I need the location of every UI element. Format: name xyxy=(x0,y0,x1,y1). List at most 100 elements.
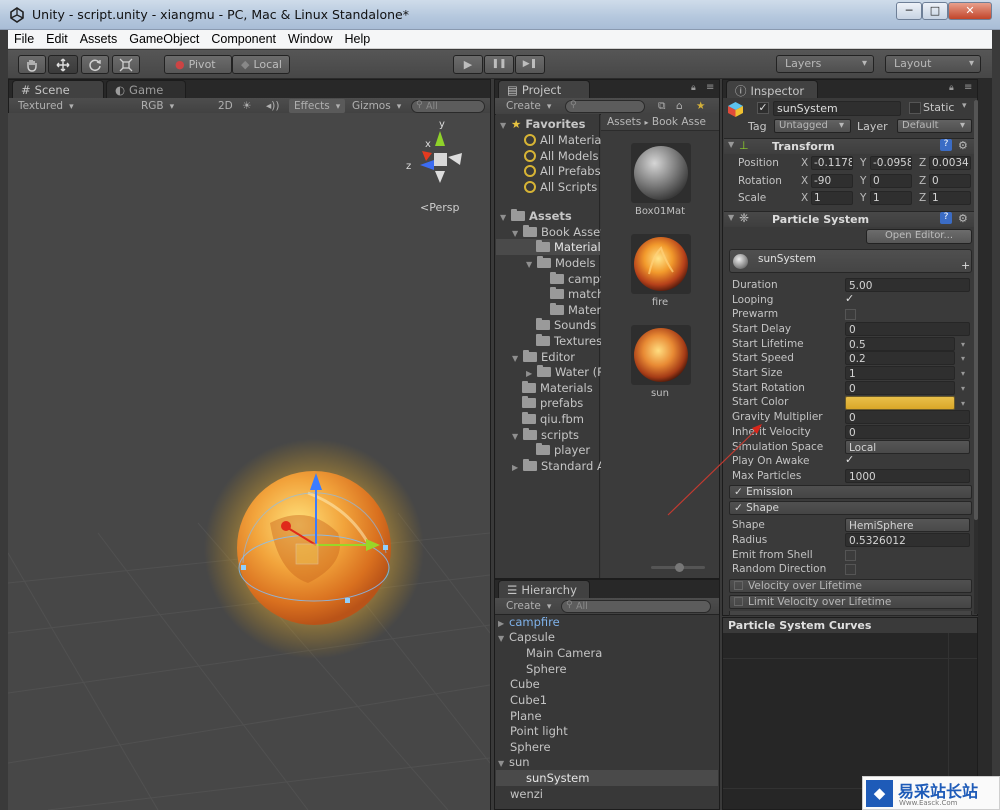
static-dropdown-icon[interactable]: ▾ xyxy=(962,101,967,111)
tab-hierarchy[interactable]: ☰ Hierarchy xyxy=(498,580,590,598)
favorite-item[interactable]: All Material xyxy=(524,132,605,148)
panel-menu-icon[interactable]: ≡ xyxy=(964,82,972,93)
folder-item-selected[interactable]: Materials xyxy=(496,239,607,255)
folder-item[interactable]: campf xyxy=(550,271,604,287)
filter-label-icon[interactable]: ⌂ xyxy=(671,99,688,113)
tab-inspector[interactable]: ⓘ Inspector xyxy=(726,80,818,98)
scale-x-field[interactable]: 1 xyxy=(811,191,853,205)
emission-module-header[interactable]: ✓ Emission xyxy=(729,485,972,499)
emit-from-shell-checkbox[interactable] xyxy=(845,550,856,561)
prewarm-checkbox[interactable] xyxy=(845,309,856,320)
scale-tool-button[interactable] xyxy=(112,55,140,74)
maximize-button[interactable]: □ xyxy=(922,2,948,20)
velocity-module-header[interactable]: Velocity over Lifetime xyxy=(729,579,972,593)
shading-mode-dropdown[interactable]: Textured xyxy=(13,99,113,113)
hierarchy-create-dropdown[interactable]: Create xyxy=(501,599,556,613)
menu-assets[interactable]: Assets xyxy=(74,30,124,48)
hierarchy-item-selected[interactable]: sunSystem xyxy=(496,770,718,786)
hierarchy-item[interactable]: ▼ Capsule xyxy=(498,629,555,645)
folder-item[interactable]: ▼ Models xyxy=(526,255,596,271)
duration-field[interactable]: 5.00 xyxy=(845,278,970,292)
hierarchy-item[interactable]: ▶ campfire xyxy=(498,614,560,630)
position-x-field[interactable]: -0.1178 xyxy=(811,156,853,170)
asset-thumb-fire[interactable] xyxy=(631,234,691,294)
breadcrumb-assets[interactable]: Assets xyxy=(607,116,641,128)
scene-search-input[interactable]: All xyxy=(411,100,485,113)
gizmos-dropdown[interactable]: Gizmos xyxy=(347,99,406,113)
gear-icon[interactable]: ⚙ xyxy=(958,139,968,152)
position-z-field[interactable]: 0.0034 xyxy=(929,156,971,170)
active-checkbox[interactable]: ✓ xyxy=(757,102,769,114)
play-button[interactable]: ▶ xyxy=(453,55,483,74)
pivot-toggle[interactable]: ● Pivot xyxy=(164,55,232,74)
hierarchy-item[interactable]: Cube1 xyxy=(510,692,547,708)
limit-velocity-module-header[interactable]: Limit Velocity over Lifetime xyxy=(729,595,972,609)
hierarchy-search-input[interactable]: All xyxy=(561,600,711,613)
color-mode-dropdown[interactable]: RGB xyxy=(136,99,204,113)
asset-thumb-box01mat[interactable] xyxy=(631,143,691,203)
help-icon[interactable]: ? xyxy=(940,139,952,151)
start-rotation-field[interactable]: 0 xyxy=(845,381,965,396)
hierarchy-item[interactable]: Point light xyxy=(510,723,568,739)
folder-item[interactable]: qiu.fbm xyxy=(522,411,584,427)
object-name-field[interactable]: sunSystem xyxy=(773,101,901,116)
shape-module-header[interactable]: ✓ Shape xyxy=(729,501,972,515)
step-button[interactable]: ▶❚ xyxy=(515,55,545,74)
menu-file[interactable]: File xyxy=(8,30,40,48)
looping-checkbox[interactable]: ✓ xyxy=(845,293,856,305)
move-handle-x[interactable] xyxy=(281,521,291,531)
tab-scene[interactable]: # Scene xyxy=(12,80,104,98)
random-direction-checkbox[interactable] xyxy=(845,564,856,575)
filter-type-icon[interactable]: ⧉ xyxy=(653,99,671,113)
hierarchy-item[interactable]: Sphere xyxy=(510,739,551,755)
breadcrumb-book-assets[interactable]: Book Asse xyxy=(652,116,706,128)
move-tool-button[interactable] xyxy=(48,55,78,74)
rotation-y-field[interactable]: 0 xyxy=(870,174,912,188)
assets-header[interactable]: ▼ Assets xyxy=(500,208,572,224)
effects-dropdown[interactable]: Effects xyxy=(289,99,346,113)
tag-dropdown[interactable]: Untagged xyxy=(774,119,851,133)
hierarchy-item[interactable]: ▼ sun xyxy=(498,754,530,770)
start-delay-field[interactable]: 0 xyxy=(845,322,970,336)
hierarchy-item[interactable]: Sphere xyxy=(526,661,567,677)
play-on-awake-checkbox[interactable]: ✓ xyxy=(845,454,856,466)
folder-item[interactable]: ▼ Editor xyxy=(512,349,575,365)
scale-z-field[interactable]: 1 xyxy=(929,191,971,205)
start-lifetime-field[interactable]: 0.5 xyxy=(845,337,965,352)
scene-viewport[interactable]: y x z <Persp xyxy=(8,113,490,810)
transform-header[interactable]: ▼ ⊥ Transform ? ⚙ xyxy=(724,138,976,154)
folder-item[interactable]: Sounds xyxy=(536,317,596,333)
pause-button[interactable]: ❚❚ xyxy=(484,55,514,74)
lock-icon[interactable]: 🔒︎ xyxy=(691,83,696,93)
gear-icon[interactable]: ⚙ xyxy=(958,212,968,225)
menu-window[interactable]: Window xyxy=(282,30,338,48)
tab-game[interactable]: ◐ Game xyxy=(106,80,186,98)
rotation-x-field[interactable]: -90 xyxy=(811,174,853,188)
start-size-field[interactable]: 1 xyxy=(845,366,965,381)
scale-y-field[interactable]: 1 xyxy=(870,191,912,205)
module-checkbox[interactable] xyxy=(734,581,743,590)
layer-dropdown[interactable]: Default xyxy=(897,119,972,133)
particle-system-main-module[interactable]: sunSystem + xyxy=(729,249,972,273)
open-editor-button[interactable]: Open Editor... xyxy=(866,229,972,244)
layout-dropdown[interactable]: Layout xyxy=(885,55,981,73)
help-icon[interactable]: ? xyxy=(940,212,952,224)
folder-item[interactable]: player xyxy=(536,442,590,458)
hierarchy-item[interactable]: Plane xyxy=(510,708,542,724)
audio-toggle[interactable]: ◂)) xyxy=(261,99,284,113)
radius-field[interactable]: 0.5326012 xyxy=(845,533,970,547)
module-checkbox[interactable] xyxy=(734,597,743,606)
folder-item[interactable]: match xyxy=(550,286,604,302)
menu-help[interactable]: Help xyxy=(338,30,376,48)
start-color-swatch[interactable] xyxy=(845,396,965,411)
thumbnail-size-slider[interactable] xyxy=(651,563,705,572)
inherit-velocity-field[interactable]: 0 xyxy=(845,425,970,439)
hand-tool-button[interactable] xyxy=(18,55,46,74)
position-y-field[interactable]: -0.0958 xyxy=(870,156,912,170)
slider-thumb[interactable] xyxy=(675,563,684,572)
project-create-dropdown[interactable]: Create xyxy=(501,99,556,113)
favorite-item[interactable]: All Models xyxy=(524,148,598,164)
gravity-multiplier-field[interactable]: 0 xyxy=(845,410,970,424)
hierarchy-item[interactable]: Main Camera xyxy=(526,645,602,661)
start-speed-field[interactable]: 0.2 xyxy=(845,351,965,366)
